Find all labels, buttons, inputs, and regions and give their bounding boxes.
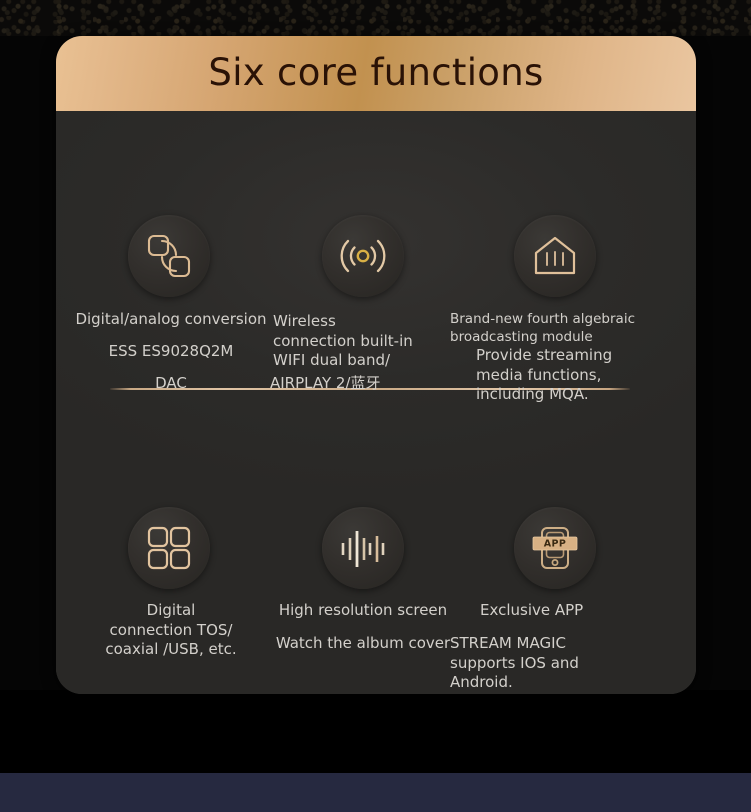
wireless-signal-icon	[322, 215, 404, 297]
textured-background-strip	[0, 0, 751, 36]
two-rounded-squares-arcs-icon	[128, 215, 210, 297]
feature-row-bottom: Digital connection TOS/ coaxial /USB, et…	[56, 411, 696, 694]
feature-title: High resolution screen	[278, 601, 448, 619]
feature-title: Brand-new fourth algebraic broadcasting …	[450, 311, 635, 345]
feature-line2: AIRPLAY 2/蓝牙	[270, 374, 381, 392]
feature-title: Digital/analog conversion	[75, 310, 267, 328]
card-header: Six core functions	[56, 36, 696, 111]
feature-line3: DAC	[155, 374, 187, 392]
feature-title: Wireless connection built-in WIFI dual b…	[273, 312, 413, 369]
phone-app-icon: APP	[514, 507, 596, 589]
page-title: Six core functions	[208, 51, 544, 94]
bottom-navy-band	[0, 773, 751, 812]
feature-title: Exclusive APP	[480, 601, 584, 619]
app-badge-label: APP	[544, 538, 566, 549]
feature-row-top: Digital/analog conversion ESS ES9028Q2M …	[56, 111, 696, 403]
card-body: Digital/analog conversion ESS ES9028Q2M …	[56, 111, 696, 694]
house-streaming-icon	[514, 215, 596, 297]
four-squares-grid-icon	[128, 507, 210, 589]
six-core-functions-card: Six core functions Digital/analog conver…	[56, 36, 696, 694]
feature-line2: STREAM MAGIC supports IOS and Android.	[450, 634, 579, 691]
feature-line2: Watch the album cover	[275, 634, 451, 652]
feature-line2: Provide streaming media functions, inclu…	[476, 346, 613, 403]
page-background: Six core functions Digital/analog conver…	[0, 0, 751, 812]
lower-dark-area	[0, 690, 751, 773]
audio-waveform-icon	[322, 507, 404, 589]
feature-line2: ESS ES9028Q2M	[108, 342, 234, 360]
